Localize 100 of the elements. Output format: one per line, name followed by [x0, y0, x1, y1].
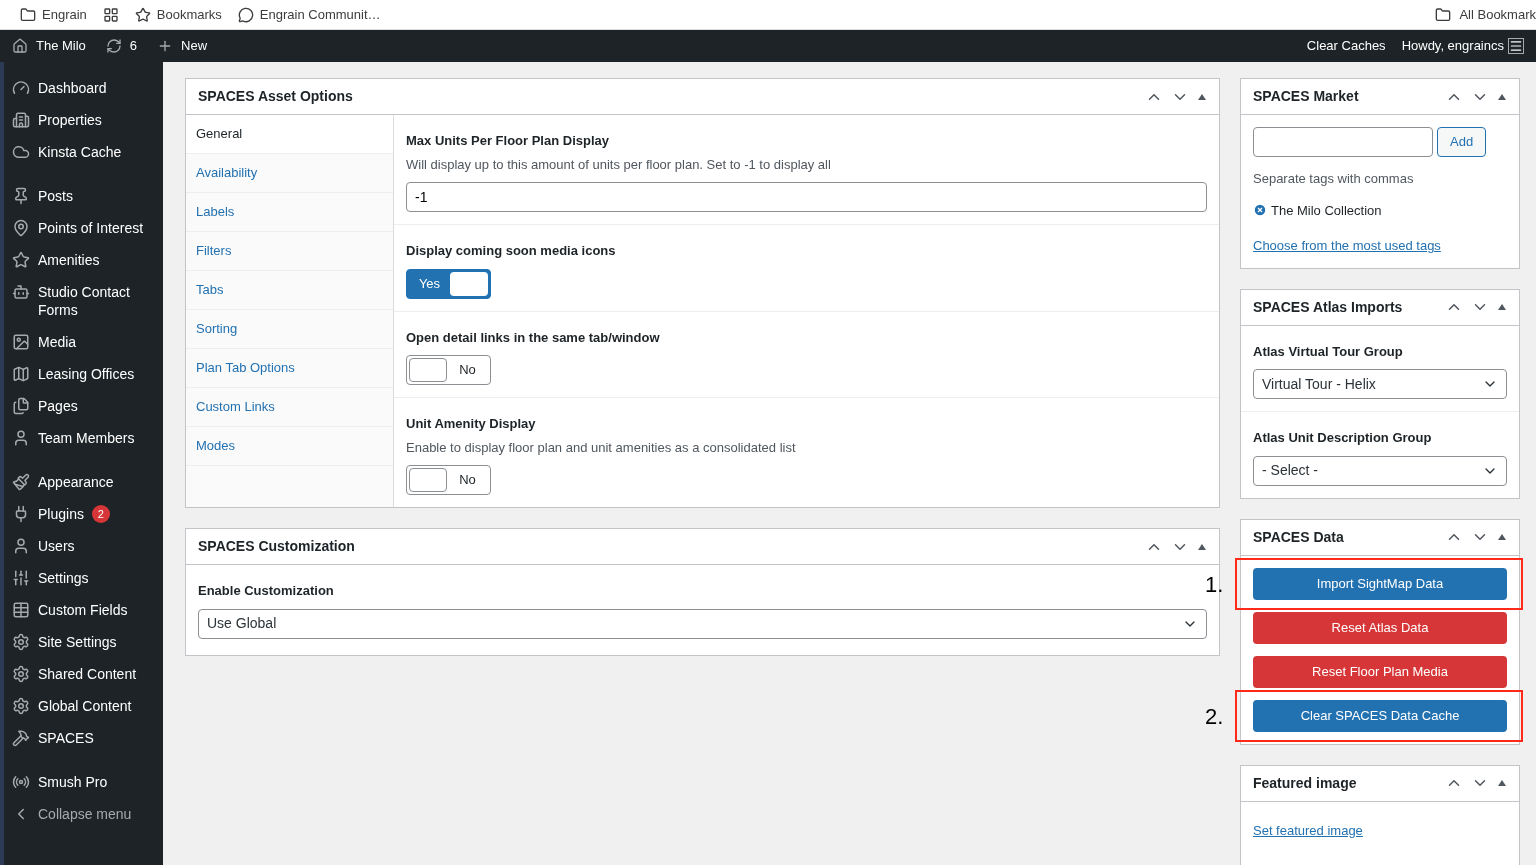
updates-count[interactable]: 6	[129, 36, 138, 56]
settings-tab[interactable]: Modes	[186, 427, 393, 466]
panel-title: Featured image	[1253, 773, 1357, 793]
sidebar-menu-item[interactable]: Pages	[38, 397, 78, 415]
panel-title: SPACES Market	[1253, 87, 1359, 106]
collapse-triangle-icon[interactable]	[1497, 92, 1507, 101]
remove-tag-icon[interactable]	[1253, 203, 1267, 218]
field-label: Enable Customization	[198, 582, 335, 600]
add-button[interactable]: Add	[1437, 127, 1487, 157]
text-input[interactable]: -1	[406, 182, 1207, 212]
collapse-triangle-icon[interactable]	[1497, 779, 1507, 787]
folder-icon[interactable]	[1435, 6, 1452, 23]
settings-tab[interactable]: Availability	[186, 154, 393, 193]
menu-icon	[12, 79, 30, 97]
tag-input[interactable]	[1253, 127, 1433, 157]
collapse-triangle-icon[interactable]	[1497, 303, 1507, 311]
collapse-triangle-icon[interactable]	[1197, 92, 1207, 101]
sidebar-menu-item[interactable]: Points of Interest	[38, 219, 144, 237]
sidebar-menu-item[interactable]: Posts	[38, 187, 73, 205]
action-button[interactable]: Clear SPACES Data Cache	[1253, 699, 1507, 732]
sidebar-menu-item[interactable]: Appearance	[38, 473, 114, 491]
action-button[interactable]: Reset Atlas Data	[1253, 611, 1507, 644]
set-featured-image-link[interactable]: Set featured image	[1253, 822, 1363, 838]
account-link[interactable]: Howdy, engraincs	[1401, 36, 1504, 56]
sidebar-menu-item[interactable]: Team Members	[38, 429, 135, 447]
tag-label: The Milo Collection	[1271, 201, 1382, 220]
menu-icon	[12, 601, 30, 619]
menu-icon	[12, 219, 30, 237]
sidebar-menu-item[interactable]: Custom Fields	[38, 601, 128, 619]
sidebar-menu-item[interactable]: Settings	[38, 569, 89, 587]
panel-title: SPACES Atlas Imports	[1253, 297, 1403, 317]
home-icon[interactable]	[12, 38, 28, 54]
field-label: Display coming soon media icons	[406, 242, 617, 260]
toggle-switch[interactable]: No	[406, 465, 491, 495]
menu-icon	[12, 537, 30, 555]
menu-icon	[12, 143, 30, 161]
sidebar-menu-item[interactable]: SPACES	[38, 729, 94, 747]
menu-icon	[12, 333, 30, 351]
settings-tab[interactable]: General	[186, 115, 393, 154]
toggle-switch[interactable]: Yes	[406, 268, 491, 299]
sidebar-menu-item[interactable]: Amenities	[38, 251, 100, 269]
toggle-switch[interactable]: No	[406, 355, 491, 385]
menu-icon	[12, 251, 30, 269]
site-name-link[interactable]: The Milo	[36, 36, 86, 56]
sidebar-menu-item[interactable]: Media	[38, 333, 77, 351]
clear-caches-link[interactable]: Clear Caches	[1306, 36, 1386, 56]
action-button[interactable]: Reset Floor Plan Media	[1253, 655, 1507, 688]
sidebar-menu-item[interactable]: Global Content	[38, 697, 132, 715]
sidebar-menu-item[interactable]: Properties	[38, 111, 102, 129]
sidebar-menu-item[interactable]: Collapse menu	[38, 805, 132, 823]
settings-tab[interactable]: Plan Tab Options	[186, 349, 393, 388]
settings-tab[interactable]: Sorting	[186, 310, 393, 349]
settings-tab[interactable]: Filters	[186, 232, 393, 271]
menu-icon	[12, 729, 30, 747]
star-icon[interactable]	[134, 6, 151, 23]
field-label: Unit Amenity Display	[406, 415, 537, 433]
field-label: Max Units Per Floor Plan Display	[406, 132, 610, 150]
bookmark-link[interactable]: Engrain	[42, 4, 87, 25]
panel-title: SPACES Customization	[198, 537, 355, 556]
select-dropdown[interactable]: Virtual Tour - Helix	[1253, 369, 1507, 399]
menu-icon	[12, 569, 30, 587]
new-link[interactable]: New	[181, 36, 208, 56]
settings-tab[interactable]: Labels	[186, 193, 393, 232]
sidebar-menu-item[interactable]: Shared Content	[38, 665, 137, 683]
sidebar-menu-item[interactable]: Users	[38, 537, 75, 555]
menu-icon	[12, 697, 30, 715]
bookmark-link[interactable]: All Bookmark	[1459, 4, 1536, 25]
sidebar-menu-item[interactable]: Studio Contact Forms	[38, 283, 155, 319]
settings-tab[interactable]: Tabs	[186, 271, 393, 310]
most-used-tags-link[interactable]: Choose from the most used tags	[1253, 236, 1507, 256]
sidebar-menu-item[interactable]: Dashboard	[38, 79, 107, 97]
field-label: Atlas Virtual Tour Group	[1253, 342, 1404, 361]
action-button[interactable]: Import SightMap Data	[1253, 567, 1507, 600]
bookmark-link[interactable]: Bookmarks	[156, 4, 222, 25]
grid-icon[interactable]	[102, 6, 119, 23]
menu-icon	[12, 365, 30, 383]
panel-title: SPACES Asset Options	[198, 87, 353, 106]
sidebar-menu-item[interactable]: Site Settings	[38, 633, 117, 651]
menu-icon	[12, 665, 30, 683]
count-badge: 2	[91, 505, 110, 523]
field-label: Atlas Unit Description Group	[1253, 429, 1433, 447]
sidebar-menu-item[interactable]: Kinsta Cache	[38, 143, 122, 161]
field-description: Will display up to this amount of units per floor plan. Set to -1 to display all	[406, 155, 832, 174]
select-dropdown[interactable]: - Select -	[1253, 455, 1507, 486]
sidebar-menu-item[interactable]: Smush Pro	[38, 773, 108, 791]
menu-icon	[12, 429, 30, 447]
menu-icon	[12, 473, 30, 491]
sidebar-menu-item[interactable]: Plugins	[38, 505, 84, 523]
select-dropdown[interactable]: Use Global	[198, 608, 1207, 639]
bookmark-link[interactable]: Engrain Communit…	[259, 4, 381, 25]
menu-icon	[12, 633, 30, 651]
folder-icon[interactable]	[20, 6, 36, 23]
menu-icon	[12, 773, 30, 791]
sidebar-menu-item[interactable]: Leasing Offices	[38, 365, 135, 383]
step-number: 2.	[1205, 702, 1224, 731]
collapse-triangle-icon[interactable]	[1197, 542, 1207, 551]
collapse-triangle-icon[interactable]	[1497, 533, 1507, 541]
updates-icon[interactable]	[105, 38, 122, 54]
settings-tab[interactable]: Custom Links	[186, 388, 393, 427]
menu-icon	[12, 283, 30, 301]
